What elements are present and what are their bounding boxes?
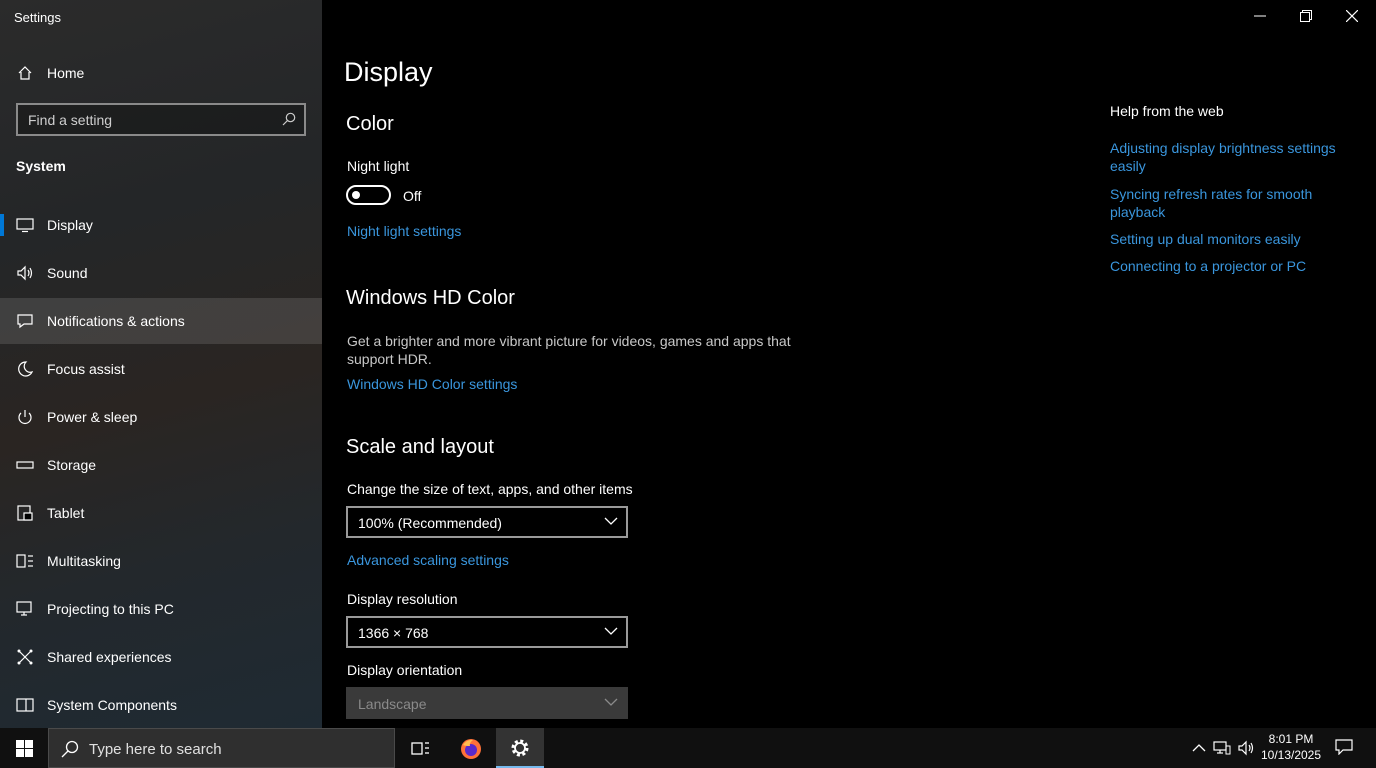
sidebar-item-label: System Components (47, 697, 177, 713)
taskbar-search-box[interactable]: Type here to search (48, 728, 395, 768)
sidebar-item-label: Multitasking (47, 553, 121, 569)
sidebar-item-system-components[interactable]: System Components (0, 682, 322, 728)
restore-button[interactable] (1283, 0, 1329, 32)
scale-value: 100% (Recommended) (358, 515, 502, 531)
action-center-icon[interactable] (1335, 739, 1353, 755)
home-icon (18, 66, 32, 80)
sidebar-item-sound[interactable]: Sound (0, 250, 322, 296)
search-icon (61, 740, 79, 758)
sidebar-item-display[interactable]: Display (0, 202, 322, 248)
clock-date: 10/13/2025 (1260, 748, 1322, 762)
projecting-icon (16, 601, 32, 616)
chevron-down-icon (604, 517, 618, 525)
clock-time: 8:01 PM (1268, 732, 1314, 746)
sidebar-item-label: Projecting to this PC (47, 601, 174, 617)
taskbar-clock[interactable]: 8:01 PM 10/13/2025 (1258, 731, 1324, 763)
hd-color-description: Get a brighter and more vibrant picture … (347, 333, 791, 367)
help-link-projector[interactable]: Connecting to a projector or PC (1110, 257, 1350, 275)
volume-icon[interactable] (1237, 740, 1255, 756)
speaker-icon (17, 265, 33, 281)
night-light-settings-link[interactable]: Night light settings (347, 223, 461, 239)
scale-label: Change the size of text, apps, and other… (347, 481, 633, 497)
help-link-dual-monitors[interactable]: Setting up dual monitors easily (1110, 230, 1350, 248)
night-light-state: Off (403, 188, 422, 204)
sidebar-item-label: Shared experiences (47, 649, 172, 665)
sidebar: Settings Home Find a setting System Disp… (0, 0, 322, 728)
orientation-label: Display orientation (347, 662, 463, 678)
advanced-scaling-link[interactable]: Advanced scaling settings (347, 552, 509, 568)
shared-experiences-icon (17, 649, 33, 665)
sidebar-item-label: Display (47, 217, 93, 233)
network-icon[interactable] (1213, 740, 1231, 756)
gear-icon (511, 739, 529, 757)
firefox-icon (461, 739, 481, 759)
orientation-dropdown: Landscape (346, 687, 628, 719)
sidebar-item-label: Tablet (47, 505, 85, 521)
multitasking-icon (16, 554, 33, 568)
night-light-label: Night light (347, 158, 410, 174)
find-setting-input[interactable]: Find a setting (16, 103, 306, 136)
sidebar-item-label: Sound (47, 265, 88, 281)
chevron-down-icon (604, 627, 618, 635)
sidebar-item-multitasking[interactable]: Multitasking (0, 538, 322, 584)
power-icon (18, 410, 32, 424)
notification-icon (17, 314, 33, 329)
toggle-knob (352, 191, 360, 199)
section-label-system: System (16, 158, 66, 174)
system-components-icon (16, 698, 34, 712)
moon-icon (18, 361, 34, 377)
help-link-refresh-rates[interactable]: Syncing refresh rates for smooth playbac… (1110, 185, 1350, 221)
sidebar-item-projecting[interactable]: Projecting to this PC (0, 586, 322, 632)
restore-icon (1300, 10, 1312, 22)
close-icon (1346, 10, 1358, 22)
settings-taskbar-button[interactable] (496, 728, 544, 768)
start-button[interactable] (0, 728, 48, 768)
close-button[interactable] (1329, 0, 1375, 32)
minimize-icon (1254, 15, 1266, 17)
sidebar-item-storage[interactable]: Storage (0, 442, 322, 488)
firefox-taskbar-button[interactable] (446, 728, 494, 768)
sidebar-item-power-sleep[interactable]: Power & sleep (0, 394, 322, 440)
tablet-icon (17, 505, 33, 521)
search-icon[interactable] (282, 112, 296, 126)
home-nav-item[interactable]: Home (0, 57, 322, 89)
sidebar-item-focus-assist[interactable]: Focus assist (0, 346, 322, 392)
windows-logo-icon (16, 740, 33, 757)
hd-color-heading: Windows HD Color (346, 287, 515, 309)
taskbar: Type here to search 8:01 PM 10/13/2025 (0, 728, 1376, 768)
sidebar-item-label: Power & sleep (47, 409, 138, 425)
resolution-dropdown[interactable]: 1366 × 768 (346, 616, 628, 648)
page-title: Display (344, 57, 433, 87)
resolution-label: Display resolution (347, 591, 458, 607)
resolution-value: 1366 × 768 (358, 625, 429, 641)
sidebar-item-notifications[interactable]: Notifications & actions (0, 298, 322, 344)
help-link-brightness[interactable]: Adjusting display brightness settings ea… (1110, 139, 1350, 175)
scale-layout-heading: Scale and layout (346, 436, 494, 458)
taskbar-search-placeholder: Type here to search (89, 741, 222, 758)
chevron-down-icon (604, 698, 618, 706)
orientation-value: Landscape (358, 696, 427, 712)
sidebar-item-tablet[interactable]: Tablet (0, 490, 322, 536)
task-view-icon (411, 742, 429, 755)
selected-indicator (0, 214, 4, 236)
sidebar-item-label: Storage (47, 457, 97, 473)
color-heading: Color (346, 113, 394, 135)
storage-icon (16, 461, 34, 469)
sidebar-item-label: Focus assist (47, 361, 125, 377)
home-label: Home (47, 65, 85, 81)
hd-color-settings-link[interactable]: Windows HD Color settings (347, 376, 517, 392)
sidebar-item-shared-experiences[interactable]: Shared experiences (0, 634, 322, 680)
night-light-toggle[interactable] (346, 185, 391, 205)
task-view-button[interactable] (396, 728, 444, 768)
chevron-up-icon[interactable] (1190, 740, 1208, 756)
sidebar-item-label: Notifications & actions (47, 313, 185, 329)
window-title: Settings (14, 10, 61, 25)
search-placeholder: Find a setting (28, 112, 113, 128)
scale-dropdown[interactable]: 100% (Recommended) (346, 506, 628, 538)
help-title: Help from the web (1110, 103, 1224, 119)
monitor-icon (16, 218, 34, 233)
minimize-button[interactable] (1237, 0, 1283, 32)
